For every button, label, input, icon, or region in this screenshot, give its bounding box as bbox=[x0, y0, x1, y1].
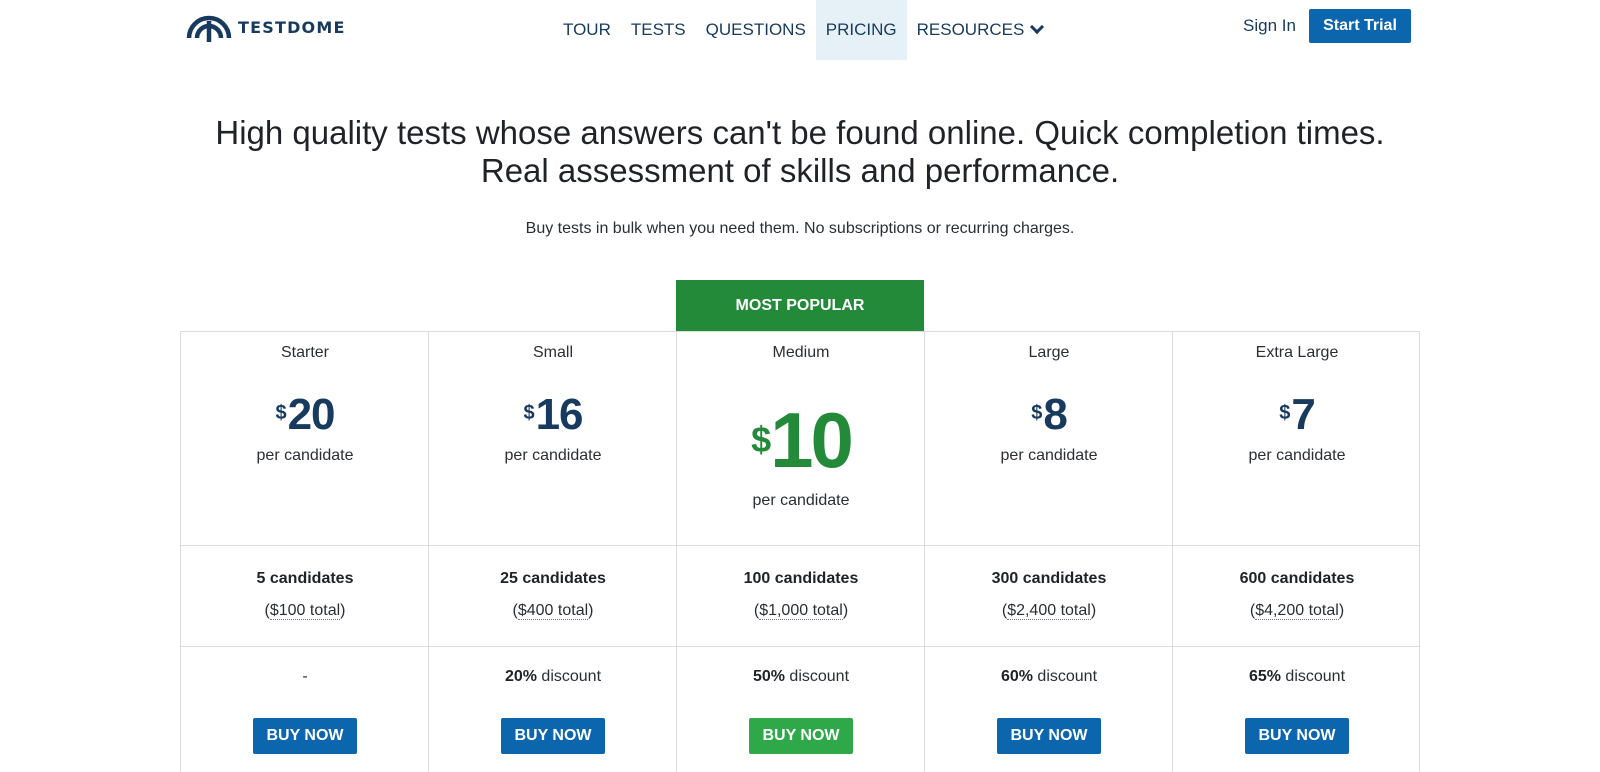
currency-symbol: $ bbox=[275, 402, 286, 424]
start-trial-button[interactable]: Start Trial bbox=[1309, 9, 1411, 43]
total-amount: $100 total bbox=[269, 602, 341, 620]
discount-label: discount bbox=[1280, 668, 1346, 685]
tier-name: Small bbox=[532, 344, 573, 361]
buy-now-button[interactable]: BUY NOW bbox=[501, 718, 605, 754]
buy-now-button[interactable]: BUY NOW bbox=[1245, 718, 1349, 754]
pricing-table: Starter $20 per candidate 5 candidates (… bbox=[180, 331, 1420, 772]
tier-price: $16 bbox=[429, 390, 677, 440]
nav-tests[interactable]: TESTS bbox=[621, 0, 696, 60]
discount: - bbox=[181, 668, 429, 686]
tier-name: Large bbox=[1028, 344, 1070, 361]
total-amount: $4,200 total bbox=[1255, 602, 1339, 620]
discount-label: - bbox=[302, 668, 308, 685]
candidate-count: 25 candidates bbox=[500, 570, 606, 587]
tier-price: $10 bbox=[677, 400, 925, 480]
discount-percent: 50% bbox=[752, 668, 785, 685]
price-amount: 7 bbox=[1291, 390, 1316, 439]
discount-percent: 20% bbox=[504, 668, 537, 685]
per-candidate-label: per candidate bbox=[1000, 447, 1098, 464]
pricing-tier-medium: Medium $10 per candidate 100 candidates … bbox=[676, 332, 924, 772]
top-navigation: TESTDOME TOUR TESTS QUESTIONS PRICING RE… bbox=[0, 0, 1600, 60]
price-amount: 10 bbox=[770, 396, 854, 484]
page-headline: High quality tests whose answers can't b… bbox=[215, 114, 1385, 189]
buy-now-button[interactable]: BUY NOW bbox=[997, 718, 1101, 754]
pricing-tier-starter: Starter $20 per candidate 5 candidates (… bbox=[180, 332, 428, 772]
pricing-tier-small: Small $16 per candidate 25 candidates ($… bbox=[428, 332, 676, 772]
currency-symbol: $ bbox=[751, 419, 771, 460]
candidate-count: 5 candidates bbox=[256, 570, 354, 587]
discount: 65% discount bbox=[1173, 668, 1421, 686]
candidate-count: 100 candidates bbox=[743, 570, 859, 587]
package-total: ($100 total) bbox=[264, 602, 346, 620]
price-amount: 16 bbox=[535, 390, 584, 439]
per-candidate-label: per candidate bbox=[504, 447, 602, 464]
discount-label: discount bbox=[784, 668, 850, 685]
buy-now-button[interactable]: BUY NOW bbox=[749, 718, 853, 754]
discount: 20% discount bbox=[429, 668, 677, 686]
discount-label: discount bbox=[1032, 668, 1098, 685]
discount: 50% discount bbox=[677, 668, 925, 686]
package-total: ($400 total) bbox=[512, 602, 594, 620]
per-candidate-label: per candidate bbox=[1248, 447, 1346, 464]
chevron-down-icon bbox=[1030, 19, 1045, 35]
discount-percent: 60% bbox=[1000, 668, 1033, 685]
total-amount: $1,000 total bbox=[759, 602, 843, 620]
currency-symbol: $ bbox=[523, 402, 534, 424]
logo[interactable]: TESTDOME bbox=[186, 11, 346, 43]
package-total: ($4,200 total) bbox=[1249, 602, 1345, 620]
testdome-logo-icon bbox=[186, 15, 232, 42]
tier-name: Medium bbox=[772, 344, 830, 361]
nav-resources[interactable]: RESOURCES bbox=[907, 0, 1053, 60]
nav-questions[interactable]: QUESTIONS bbox=[696, 0, 816, 60]
discount-percent: 65% bbox=[1248, 668, 1281, 685]
buy-now-button[interactable]: BUY NOW bbox=[253, 718, 357, 754]
price-amount: 8 bbox=[1043, 390, 1068, 439]
package-total: ($2,400 total) bbox=[1001, 602, 1097, 620]
package-total: ($1,000 total) bbox=[753, 602, 849, 620]
discount-label: discount bbox=[536, 668, 602, 685]
main-nav: TOUR TESTS QUESTIONS PRICING RESOURCES bbox=[553, 0, 1052, 60]
page-subheadline: Buy tests in bulk when you need them. No… bbox=[525, 220, 1075, 237]
nav-tour[interactable]: TOUR bbox=[553, 0, 621, 60]
tier-price: $7 bbox=[1173, 390, 1421, 440]
tier-name: Starter bbox=[280, 344, 329, 361]
total-amount: $400 total bbox=[517, 602, 589, 620]
total-amount: $2,400 total bbox=[1007, 602, 1091, 620]
tier-price: $20 bbox=[181, 390, 429, 440]
pricing-tier-extra-large: Extra Large $7 per candidate 600 candida… bbox=[1172, 332, 1420, 772]
most-popular-badge: MOST POPULAR bbox=[676, 280, 924, 331]
pricing-tier-large: Large $8 per candidate 300 candidates ($… bbox=[924, 332, 1172, 772]
candidate-count: 300 candidates bbox=[991, 570, 1107, 587]
per-candidate-label: per candidate bbox=[256, 447, 354, 464]
nav-resources-label: RESOURCES bbox=[916, 20, 1025, 39]
discount: 60% discount bbox=[925, 668, 1173, 686]
currency-symbol: $ bbox=[1031, 402, 1042, 424]
currency-symbol: $ bbox=[1279, 402, 1290, 424]
price-amount: 20 bbox=[287, 390, 336, 439]
sign-in-link[interactable]: Sign In bbox=[1243, 15, 1296, 37]
candidate-count: 600 candidates bbox=[1239, 570, 1355, 587]
brand-name: TESTDOME bbox=[238, 17, 346, 37]
per-candidate-label: per candidate bbox=[752, 492, 850, 509]
tier-name: Extra Large bbox=[1255, 344, 1339, 361]
nav-pricing[interactable]: PRICING bbox=[815, 0, 907, 60]
tier-price: $8 bbox=[925, 390, 1173, 440]
